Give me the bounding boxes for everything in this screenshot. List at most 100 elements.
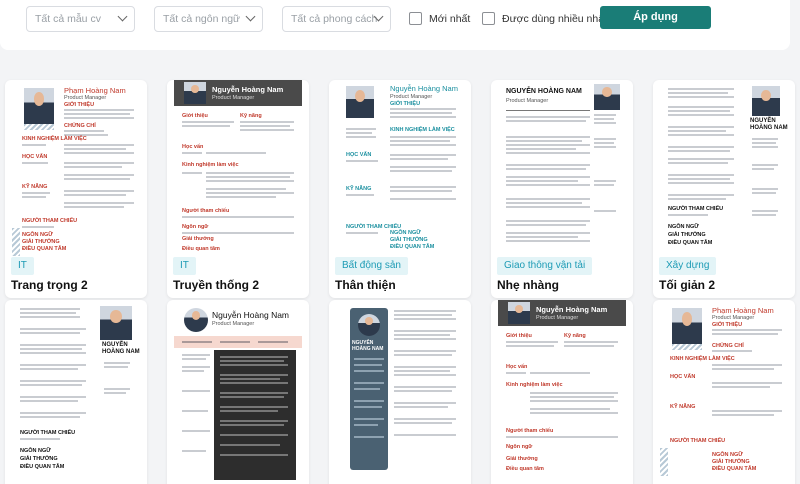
avatar	[358, 314, 380, 336]
avatar	[346, 86, 374, 118]
cv-heading: Kỹ năng	[564, 333, 586, 339]
cv-heading: ĐIỀU QUAN TÂM	[390, 244, 435, 250]
apply-button[interactable]: Áp dụng	[600, 6, 711, 29]
cv-heading: HỌC VẤN	[22, 154, 48, 160]
cv-heading: GIẢI THƯỞNG	[712, 459, 750, 465]
cv-role: Product Manager	[712, 315, 755, 321]
cv-heading: Người tham chiếu	[182, 208, 230, 214]
style-select-label: Tất cả phong cách	[291, 13, 378, 25]
cv-template-card[interactable]: NGUYỄN HOÀNG NAM NGƯỜI THAM CHIẾU NGÔN N…	[5, 300, 147, 484]
cv-role: Product Manager	[506, 98, 549, 104]
avatar	[594, 84, 620, 110]
industry-tag: Giao thông vận tải	[497, 257, 593, 275]
cv-template-card[interactable]: Nguyễn Hoàng Nam Product Manager GIỚI TH…	[329, 80, 471, 298]
cv-heading: Giới thiệu	[182, 113, 208, 119]
cv-heading: KINH NGHIỆM LÀM VIỆC	[390, 127, 455, 133]
industry-tag: IT	[173, 257, 196, 275]
cv-heading: NGÔN NGỮ	[668, 224, 699, 230]
cv-thumbnail[interactable]: Nguyễn Hoàng Nam Product Manager Giới th…	[174, 80, 302, 256]
cv-heading: GIỚI THIỆU	[390, 101, 421, 107]
cv-template-card[interactable]: NGUYỄN HOÀNG NAM	[329, 300, 471, 484]
cv-name: Phạm Hoàng Nam	[64, 86, 126, 95]
cv-heading: KINH NGHIỆM LÀM VIỆC	[22, 136, 87, 142]
cv-template-card[interactable]: NGUYỄN HOÀNG NAM NGƯỜI THAM CHIẾU NGÔN N…	[653, 80, 795, 298]
cv-role: Product Manager	[390, 94, 433, 100]
cv-thumbnail[interactable]: Nguyễn Hoàng Nam Product Manager Giới th…	[498, 300, 626, 484]
cv-thumbnail[interactable]: NGUYỄN HOÀNG NAM	[336, 300, 464, 484]
cv-thumbnail[interactable]: NGUYỄN HOÀNG NAM NGƯỜI THAM CHIẾU NGÔN N…	[660, 80, 788, 256]
filter-bar: Tất cả mẫu cv Tất cả ngôn ngữ Tất cả pho…	[0, 0, 790, 50]
style-select[interactable]: Tất cả phong cách	[282, 6, 391, 32]
cv-template-card[interactable]: NGUYỄN HOÀNG NAM Product Manager Giao th…	[491, 80, 633, 298]
cv-heading: GIẢI THƯỞNG	[20, 456, 58, 462]
cv-heading: Kỹ năng	[240, 113, 262, 119]
cv-name: Phạm Hoàng Nam	[712, 306, 774, 315]
most-used-label: Được dùng nhiều nhất	[502, 13, 607, 25]
cv-template-card[interactable]: Nguyễn Hoàng Nam Product Manager Giới th…	[167, 80, 309, 298]
decoration	[660, 448, 668, 476]
cv-heading: KỸ NĂNG	[22, 184, 48, 190]
cv-heading: Học vấn	[182, 144, 204, 150]
template-name[interactable]: Tối giản 2	[659, 278, 715, 292]
cv-heading: KINH NGHIỆM LÀM VIỆC	[670, 356, 735, 362]
cv-template-card[interactable]: Phạm Hoàng Nam Product Manager GIỚI THIỆ…	[653, 300, 795, 484]
avatar	[184, 308, 208, 332]
cv-heading: Ngôn ngữ	[506, 444, 533, 450]
cv-heading: Điều quan tâm	[506, 466, 544, 472]
cv-heading: NGƯỜI THAM CHIẾU	[22, 218, 78, 224]
template-name[interactable]: Nhẹ nhàng	[497, 278, 559, 292]
cv-heading: GIẢI THƯỞNG	[668, 232, 706, 238]
avatar	[24, 88, 54, 124]
language-select[interactable]: Tất cả ngôn ngữ	[154, 6, 263, 32]
cv-heading: HỌC VẤN	[670, 374, 696, 380]
cv-role: Product Manager	[536, 315, 579, 321]
template-name[interactable]: Thân thiện	[335, 278, 396, 292]
template-name[interactable]: Trang trọng 2	[11, 278, 88, 292]
cv-sample-select-label: Tất cả mẫu cv	[35, 13, 101, 25]
template-name[interactable]: Truyền thống 2	[173, 278, 259, 292]
cv-heading: NGƯỜI THAM CHIẾU	[20, 430, 76, 436]
cv-heading: HỌC VẤN	[346, 152, 372, 158]
cv-heading: ĐIỀU QUAN TÂM	[668, 240, 713, 246]
cv-heading: Giải thưởng	[182, 236, 214, 242]
cv-heading: Học vấn	[506, 364, 528, 370]
cv-thumbnail[interactable]: Phạm Hoàng Nam Product Manager GIỚI THIỆ…	[12, 80, 140, 256]
avatar	[672, 308, 702, 344]
cv-thumbnail[interactable]: Phạm Hoàng Nam Product Manager GIỚI THIỆ…	[660, 300, 788, 484]
cv-name: HOÀNG NAM	[352, 346, 384, 352]
cv-role: Product Manager	[212, 321, 255, 327]
cv-template-card[interactable]: Nguyễn Hoàng Nam Product Manager	[167, 300, 309, 484]
dark-panel	[214, 350, 296, 480]
newest-label: Mới nhất	[429, 13, 471, 25]
language-select-label: Tất cả ngôn ngữ	[163, 13, 241, 25]
cv-heading: NGÔN NGỮ	[390, 230, 421, 236]
most-used-checkbox[interactable]	[482, 12, 495, 25]
cv-heading: GIỚI THIỆU	[712, 322, 743, 328]
avatar	[100, 306, 132, 340]
cv-name: NGUYỄN	[102, 342, 128, 348]
cv-heading: Ngôn ngữ	[182, 224, 209, 230]
cv-name: HOÀNG NAM	[102, 349, 140, 355]
cv-thumbnail[interactable]: Nguyễn Hoàng Nam Product Manager	[174, 300, 302, 484]
cv-sample-select[interactable]: Tất cả mẫu cv	[26, 6, 135, 32]
avatar	[508, 302, 530, 324]
cv-thumbnail[interactable]: NGUYỄN HOÀNG NAM NGƯỜI THAM CHIẾU NGÔN N…	[12, 300, 140, 484]
cv-name: Nguyễn Hoàng Nam	[536, 305, 608, 314]
cv-role: Product Manager	[64, 95, 107, 101]
cv-name: HOÀNG NAM	[750, 125, 788, 131]
cv-heading: Giải thưởng	[506, 456, 538, 462]
decoration	[672, 344, 702, 350]
cv-heading: KỸ NĂNG	[670, 404, 696, 410]
cv-heading: NGÔN NGỮ	[20, 448, 51, 454]
cv-name: Nguyễn Hoàng Nam	[212, 310, 290, 320]
cv-role: Product Manager	[212, 95, 255, 101]
cv-heading: CHỨNG CHỈ	[64, 123, 96, 129]
cv-template-card[interactable]: Phạm Hoàng Nam Product Manager GIỚI THIỆ…	[5, 80, 147, 298]
cv-heading: Giới thiệu	[506, 333, 532, 339]
cv-template-card[interactable]: Nguyễn Hoàng Nam Product Manager Giới th…	[491, 300, 633, 484]
cv-thumbnail[interactable]: Nguyễn Hoàng Nam Product Manager GIỚI TH…	[336, 80, 464, 256]
cv-heading: GIỚI THIỆU	[64, 102, 95, 108]
avatar	[184, 82, 206, 104]
newest-checkbox[interactable]	[409, 12, 422, 25]
cv-thumbnail[interactable]: NGUYỄN HOÀNG NAM Product Manager	[498, 80, 626, 256]
